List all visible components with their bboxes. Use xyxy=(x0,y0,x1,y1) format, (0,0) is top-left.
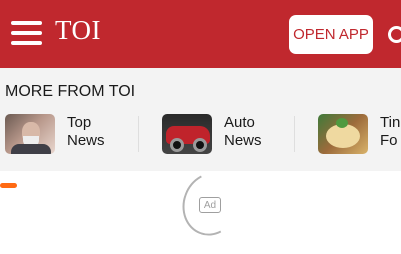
card-top-news[interactable]: Top News xyxy=(5,114,127,158)
card-label-line1: Top xyxy=(67,114,92,131)
card-label-line2: News xyxy=(67,132,105,149)
card-auto-news[interactable]: Auto News xyxy=(162,114,284,158)
card-label: Top News xyxy=(67,114,127,150)
search-icon[interactable] xyxy=(388,26,401,43)
divider xyxy=(294,116,295,152)
card-label: Auto News xyxy=(224,114,284,150)
ad-badge: Ad xyxy=(199,197,221,213)
news-thumbnail xyxy=(5,114,55,154)
more-from-toi-section: MORE FROM TOI Top News Auto News Tin Fo xyxy=(0,68,401,171)
ad-slot: Ad xyxy=(0,164,401,248)
card-label-line1: Tin xyxy=(380,114,401,131)
top-header-bar: TOI OPEN APP xyxy=(0,0,401,68)
card-food[interactable]: Tin Fo xyxy=(318,114,401,158)
section-title: MORE FROM TOI xyxy=(5,83,136,100)
card-label-line2: Fo xyxy=(380,132,398,149)
divider xyxy=(138,116,139,152)
accent-indicator xyxy=(0,183,17,188)
hamburger-menu-icon[interactable] xyxy=(11,21,42,45)
card-label-line2: News xyxy=(224,132,262,149)
card-label: Tin Fo xyxy=(380,114,401,150)
car-thumbnail xyxy=(162,114,212,154)
toi-logo[interactable]: TOI xyxy=(55,15,101,46)
food-thumbnail xyxy=(318,114,368,154)
open-app-button[interactable]: OPEN APP xyxy=(289,15,373,54)
card-label-line1: Auto xyxy=(224,114,255,131)
